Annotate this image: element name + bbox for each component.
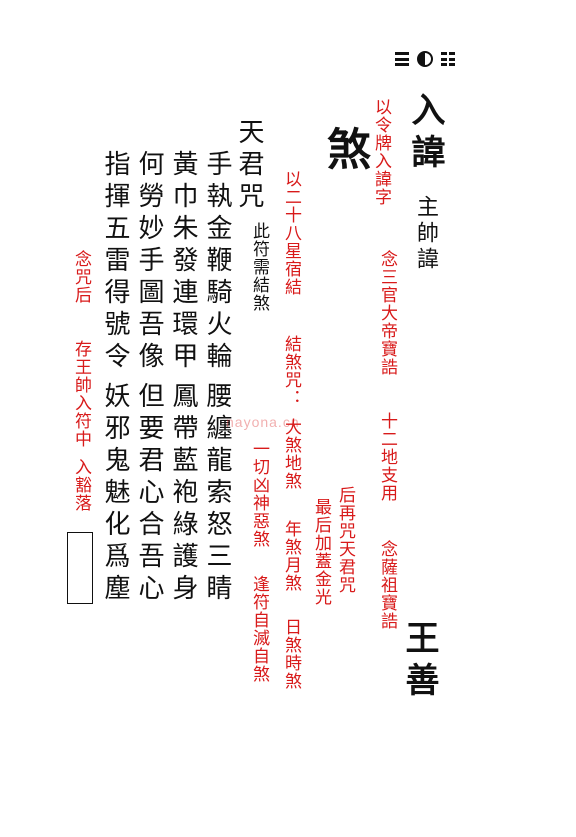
section-title-tianjun: 天君咒 [234,118,264,214]
commander-label: 主帥諱 [413,195,438,273]
instruction-after-recite: 念咒后 [71,250,91,304]
incantation-line-2: 年煞月煞 [281,520,301,592]
talisman-glyph-sha: 煞 [319,126,370,178]
page: 入諱 主帥諱 王善 以令牌入諱字 念三官大帝寶誥 十二地支用 念薩祖寶誥 煞 以… [0,0,576,837]
heading-enter-name: 入諱 [405,92,445,176]
verse-line-8: 妖邪鬼魅化爲塵 [100,382,130,606]
incantation-line-5: 逢符自滅自煞 [249,575,269,683]
verse-line-4: 鳳帶藍袍綠護身 [168,382,198,606]
incantation-line-3: 日煞時煞 [281,618,301,690]
verse-line-7: 指揮五雷得號令 [100,150,130,374]
incantation-title: 結煞咒： [281,335,301,407]
commander-name: 王善 [399,620,439,704]
taiji-icon [417,51,433,67]
instruction-token: 以令牌入諱字 [371,98,391,206]
incantation-line-4: 一切凶神惡煞 [249,440,269,548]
instruction-enter-huoluo: 入豁落 [71,458,91,512]
seal-box [67,532,93,604]
instruction-constellations: 以二十八星宿結 [281,170,301,296]
verse-line-5: 何勞妙手圖吾像 [134,150,164,374]
note-requires-binding: 此符需結煞 [249,222,269,312]
verse-line-1: 手執金鞭騎火輪 [202,150,232,374]
instruction-sazu: 念薩祖寶誥 [377,540,397,630]
instruction-tianjun: 后再咒天君咒 [335,486,355,594]
trigram-right-icon [441,52,455,66]
watermark-text: nayona.cn [226,414,300,430]
instruction-sanguan: 念三官大帝寶誥 [377,250,397,376]
instruction-earthly-branches: 十二地支用 [377,412,397,502]
verse-line-6: 但要君心合吾心 [134,382,164,606]
verse-line-3: 黃巾朱發連環甲 [168,150,198,374]
trigram-taiji-icon [395,48,455,70]
instruction-store-commander: 存王帥入符中 [71,340,91,448]
trigram-left-icon [395,52,409,66]
instruction-golden-light: 最后加蓋金光 [311,498,331,606]
